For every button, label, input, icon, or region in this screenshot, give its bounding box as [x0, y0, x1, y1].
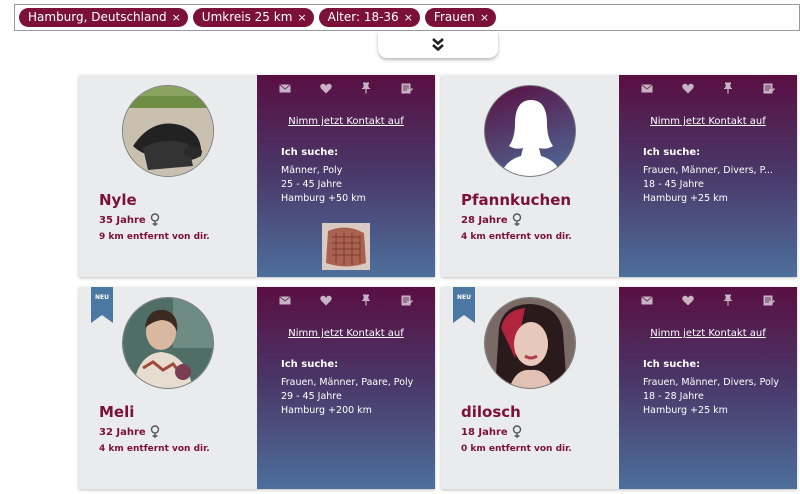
filter-chip-label: Umkreis 25 km	[201, 10, 293, 24]
filter-chip-radius[interactable]: Umkreis 25 km ×	[192, 8, 314, 27]
profile-distance: 0 km entfernt von dir.	[461, 444, 572, 454]
seek-age-range: 25 - 45 Jahre	[281, 179, 342, 190]
profile-distance: 4 km entfernt von dir.	[461, 232, 572, 242]
filter-chip-location[interactable]: Hamburg, Deutschland ×	[19, 8, 188, 27]
pin-icon[interactable]	[359, 82, 373, 94]
new-badge: NEU	[453, 287, 475, 323]
note-icon[interactable]	[762, 294, 776, 306]
message-icon[interactable]	[640, 294, 654, 306]
profile-actions-panel: Nimm jetzt Kontakt auf Ich suche: Frauen…	[257, 287, 435, 489]
avatar-placeholder[interactable]	[484, 85, 576, 177]
female-icon	[512, 213, 521, 226]
action-icons	[619, 294, 797, 306]
message-icon[interactable]	[640, 82, 654, 94]
profile-actions-panel: Nimm jetzt Kontakt auf Ich suche: Frauen…	[619, 287, 797, 489]
remove-filter-icon[interactable]: ×	[172, 8, 181, 27]
contact-link[interactable]: Nimm jetzt Kontakt auf	[257, 328, 435, 339]
pin-icon[interactable]	[721, 82, 735, 94]
seek-age-range: 18 - 45 Jahre	[643, 179, 704, 190]
profile-distance: 4 km entfernt von dir.	[99, 444, 210, 454]
action-icons	[257, 82, 435, 94]
avatar[interactable]	[484, 297, 576, 389]
profile-distance: 9 km entfernt von dir.	[99, 232, 210, 242]
photo-thumbnail[interactable]	[322, 223, 370, 270]
age-text: 28 Jahre	[461, 214, 508, 226]
profile-actions-panel: Nimm jetzt Kontakt auf Ich suche: Männer…	[257, 75, 435, 277]
pin-icon[interactable]	[721, 294, 735, 306]
seek-location: Hamburg +50 km	[281, 193, 366, 204]
age-text: 18 Jahre	[461, 426, 508, 438]
note-icon[interactable]	[400, 82, 414, 94]
new-badge-label: NEU	[457, 294, 471, 301]
seek-genders: Frauen, Männer, Paare, Poly	[281, 377, 414, 388]
seek-title: Ich suche:	[281, 359, 339, 370]
seek-age-range: 29 - 45 Jahre	[281, 391, 342, 402]
contact-link[interactable]: Nimm jetzt Kontakt auf	[257, 116, 435, 127]
profile-info: NEU Meli 32 Jahre 4 km entfernt von dir.	[79, 287, 257, 489]
profile-age: 35 Jahre	[99, 213, 160, 227]
filter-chip-label: Alter: 18-36	[327, 10, 399, 24]
contact-link[interactable]: Nimm jetzt Kontakt auf	[619, 328, 797, 339]
profile-age: 28 Jahre	[461, 213, 522, 227]
expand-filters-button[interactable]	[378, 31, 498, 58]
profile-card[interactable]: Nyle 35 Jahre 9 km entfernt von dir. Nim…	[79, 75, 435, 277]
action-icons	[257, 294, 435, 306]
female-icon	[150, 425, 159, 438]
filter-chip-label: Hamburg, Deutschland	[28, 10, 167, 24]
profile-card[interactable]: NEU dilosch 18 Jahre 0 km entfernt von d…	[441, 287, 797, 489]
seek-title: Ich suche:	[643, 147, 701, 158]
profile-name[interactable]: Nyle	[99, 191, 137, 209]
female-icon	[150, 213, 159, 226]
age-text: 35 Jahre	[99, 214, 146, 226]
profile-info: NEU dilosch 18 Jahre 0 km entfernt von d…	[441, 287, 619, 489]
profile-info: Pfannkuchen 28 Jahre 4 km entfernt von d…	[441, 75, 619, 277]
heart-icon[interactable]	[319, 294, 333, 306]
profile-name[interactable]: dilosch	[461, 403, 521, 421]
heart-icon[interactable]	[681, 82, 695, 94]
contact-link[interactable]: Nimm jetzt Kontakt auf	[619, 116, 797, 127]
profile-card[interactable]: NEU Meli 32 Jahre 4 km entfernt von dir.	[79, 287, 435, 489]
avatar[interactable]	[122, 297, 214, 389]
seek-title: Ich suche:	[281, 147, 339, 158]
female-icon	[512, 425, 521, 438]
filter-bar: Hamburg, Deutschland × Umkreis 25 km × A…	[14, 4, 800, 31]
chevrons-down-icon	[432, 38, 444, 51]
profile-age: 32 Jahre	[99, 425, 160, 439]
seek-location: Hamburg +25 km	[643, 405, 728, 416]
seek-title: Ich suche:	[643, 359, 701, 370]
remove-filter-icon[interactable]: ×	[480, 8, 489, 27]
profile-name[interactable]: Pfannkuchen	[461, 191, 571, 209]
seek-genders: Frauen, Männer, Divers, P...	[643, 165, 773, 176]
heart-icon[interactable]	[681, 294, 695, 306]
filter-chip-age[interactable]: Alter: 18-36 ×	[318, 8, 420, 27]
note-icon[interactable]	[400, 294, 414, 306]
message-icon[interactable]	[278, 82, 292, 94]
new-badge-label: NEU	[95, 294, 109, 301]
seek-genders: Frauen, Männer, Divers, Poly	[643, 377, 780, 388]
age-text: 32 Jahre	[99, 426, 146, 438]
person-silhouette-icon	[499, 100, 563, 176]
seek-location: Hamburg +25 km	[643, 193, 728, 204]
message-icon[interactable]	[278, 294, 292, 306]
pin-icon[interactable]	[359, 294, 373, 306]
filter-chip-gender[interactable]: Frauen ×	[424, 8, 497, 27]
seek-genders: Männer, Poly	[281, 165, 343, 176]
remove-filter-icon[interactable]: ×	[404, 8, 413, 27]
profile-info: Nyle 35 Jahre 9 km entfernt von dir.	[79, 75, 257, 277]
note-icon[interactable]	[762, 82, 776, 94]
filter-chip-label: Frauen	[433, 10, 475, 24]
profile-name[interactable]: Meli	[99, 403, 134, 421]
profile-actions-panel: Nimm jetzt Kontakt auf Ich suche: Frauen…	[619, 75, 797, 277]
new-badge: NEU	[91, 287, 113, 323]
remove-filter-icon[interactable]: ×	[297, 8, 306, 27]
profile-age: 18 Jahre	[461, 425, 522, 439]
seek-age-range: 18 - 28 Jahre	[643, 391, 704, 402]
seek-location: Hamburg +200 km	[281, 405, 372, 416]
avatar[interactable]	[122, 85, 214, 177]
action-icons	[619, 82, 797, 94]
profile-card[interactable]: Pfannkuchen 28 Jahre 4 km entfernt von d…	[441, 75, 797, 277]
heart-icon[interactable]	[319, 82, 333, 94]
